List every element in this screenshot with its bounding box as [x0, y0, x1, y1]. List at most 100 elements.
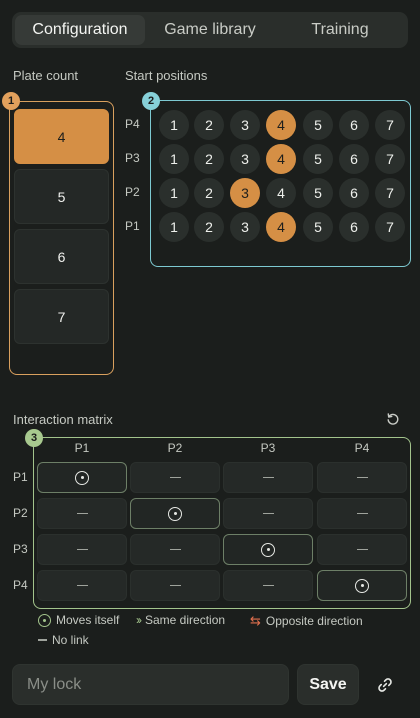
start-p1-pos-7[interactable]: 7: [375, 212, 405, 242]
tab-bar: Configuration Game library Training: [12, 12, 408, 48]
link-icon[interactable]: [372, 672, 398, 698]
start-row-p1: P1 1 2 3 4 5 6 7: [125, 212, 410, 242]
matrix-col-header: P3: [260, 441, 276, 455]
start-p3-pos-7[interactable]: 7: [375, 144, 405, 174]
tab-training[interactable]: Training: [275, 15, 405, 45]
plate-option-4[interactable]: 4: [14, 109, 109, 164]
plate-count-label: Plate count: [13, 68, 79, 83]
legend-label: Moves itself: [56, 613, 120, 627]
start-p2-pos-1[interactable]: 1: [159, 178, 189, 208]
matrix-cell-p3-p4[interactable]: [317, 534, 407, 565]
start-p3-pos-3[interactable]: 3: [230, 144, 260, 174]
matrix-col-header: P4: [354, 441, 370, 455]
no-link-icon: [38, 639, 47, 641]
matrix-cell-p4-p2[interactable]: [130, 570, 220, 601]
legend-label: No link: [52, 633, 89, 647]
no-link-icon: [76, 512, 88, 515]
start-p1-pos-6[interactable]: 6: [339, 212, 369, 242]
start-p1-pos-5[interactable]: 5: [303, 212, 333, 242]
start-p2-pos-4[interactable]: 4: [266, 178, 296, 208]
legend-label: Opposite direction: [265, 614, 363, 628]
plate-count-panel: 4 5 6 7: [9, 101, 114, 375]
start-p4-pos-6[interactable]: 6: [339, 110, 369, 140]
matrix-cell-p4-p4[interactable]: [317, 570, 407, 601]
start-p3-pos-6[interactable]: 6: [339, 144, 369, 174]
no-link-icon: [169, 476, 181, 479]
start-row-label: P3: [125, 151, 140, 165]
matrix-cell-p3-p3[interactable]: [223, 534, 313, 565]
tab-configuration[interactable]: Configuration: [15, 15, 145, 45]
tab-game-library[interactable]: Game library: [145, 15, 275, 45]
start-p1-pos-4[interactable]: 4: [266, 212, 296, 242]
lock-name-input[interactable]: [12, 664, 289, 705]
save-button[interactable]: Save: [297, 664, 359, 705]
no-link-icon: [262, 512, 274, 515]
legend-moves-itself: Moves itself: [38, 613, 119, 627]
matrix-cell-p4-p3[interactable]: [223, 570, 313, 601]
legend-opposite-direction: ⇆ Opposite direction: [250, 613, 363, 629]
matrix-cell-p1-p1[interactable]: [37, 462, 127, 493]
start-p2-pos-5[interactable]: 5: [303, 178, 333, 208]
matrix-cell-p4-p1[interactable]: [37, 570, 127, 601]
app-window: Configuration Game library Training Plat…: [0, 0, 420, 718]
start-positions-panel: P4 1 2 3 4 5 6 7 P3 1 2 3 4 5 6 7 P2 1 2…: [125, 100, 411, 267]
matrix-cell-p3-p1[interactable]: [37, 534, 127, 565]
start-p4-pos-1[interactable]: 1: [159, 110, 189, 140]
matrix-cell-p2-p1[interactable]: [37, 498, 127, 529]
plate-option-7[interactable]: 7: [14, 289, 109, 344]
moves-itself-icon: [261, 542, 275, 557]
same-direction-icon: ››: [136, 613, 142, 627]
matrix-cell-p3-p2[interactable]: [130, 534, 220, 565]
start-row-p3: P3 1 2 3 4 5 6 7: [125, 144, 410, 174]
no-link-icon: [169, 548, 181, 551]
start-p1-pos-3[interactable]: 3: [230, 212, 260, 242]
matrix-cell-p2-p3[interactable]: [223, 498, 313, 529]
start-row-label: P1: [125, 219, 140, 233]
no-link-icon: [356, 548, 368, 551]
plate-option-6[interactable]: 6: [14, 229, 109, 284]
start-p4-pos-5[interactable]: 5: [303, 110, 333, 140]
start-p3-pos-1[interactable]: 1: [159, 144, 189, 174]
matrix-col-header: P2: [167, 441, 183, 455]
start-p2-pos-3[interactable]: 3: [230, 178, 260, 208]
interaction-matrix-badge: 3: [25, 429, 43, 447]
interaction-matrix-label: Interaction matrix: [13, 412, 113, 427]
matrix-cell-p1-p3[interactable]: [223, 462, 313, 493]
moves-itself-icon: [38, 613, 51, 627]
legend-same-direction: ›› Same direction: [136, 613, 225, 627]
start-p4-pos-4[interactable]: 4: [266, 110, 296, 140]
no-link-icon: [262, 584, 274, 587]
start-p1-pos-2[interactable]: 2: [194, 212, 224, 242]
matrix-row-header: P2: [13, 506, 28, 520]
matrix-cell-p2-p4[interactable]: [317, 498, 407, 529]
reset-icon[interactable]: [384, 410, 402, 428]
matrix-cell-p1-p2[interactable]: [130, 462, 220, 493]
start-p4-pos-7[interactable]: 7: [375, 110, 405, 140]
interaction-matrix-panel: P1 P2 P3 P4 P1 P2 P3 P4: [13, 437, 411, 609]
no-link-icon: [356, 476, 368, 479]
legend-no-link: No link: [38, 633, 89, 647]
start-row-p4: P4 1 2 3 4 5 6 7: [125, 110, 410, 140]
plate-option-5[interactable]: 5: [14, 169, 109, 224]
start-p4-pos-2[interactable]: 2: [194, 110, 224, 140]
matrix-cell-p1-p4[interactable]: [317, 462, 407, 493]
start-p3-pos-2[interactable]: 2: [194, 144, 224, 174]
legend-label: Same direction: [145, 613, 226, 627]
start-row-p2: P2 1 2 3 4 5 6 7: [125, 178, 410, 208]
start-p1-pos-1[interactable]: 1: [159, 212, 189, 242]
matrix-row-header: P3: [13, 542, 28, 556]
matrix-row-header: P4: [13, 578, 28, 592]
start-p2-pos-2[interactable]: 2: [194, 178, 224, 208]
no-link-icon: [356, 512, 368, 515]
start-p3-pos-4[interactable]: 4: [266, 144, 296, 174]
moves-itself-icon: [168, 506, 182, 521]
start-p3-pos-5[interactable]: 5: [303, 144, 333, 174]
start-p4-pos-3[interactable]: 3: [230, 110, 260, 140]
moves-itself-icon: [75, 470, 89, 485]
matrix-cell-p2-p2[interactable]: [130, 498, 220, 529]
start-row-label: P2: [125, 185, 140, 199]
start-p2-pos-7[interactable]: 7: [375, 178, 405, 208]
no-link-icon: [76, 548, 88, 551]
start-p2-pos-6[interactable]: 6: [339, 178, 369, 208]
start-row-label: P4: [125, 117, 140, 131]
